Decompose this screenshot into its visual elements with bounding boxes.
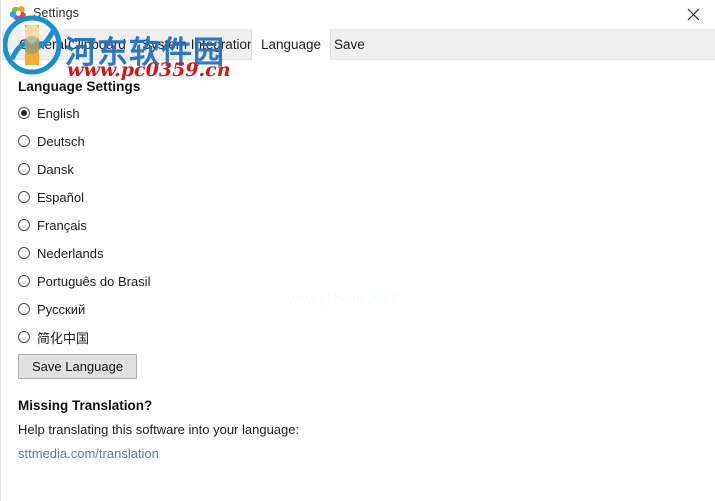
language-settings-panel: Language Settings English Deutsch Dansk … xyxy=(2,60,715,501)
translation-link[interactable]: sttmedia.com/translation xyxy=(18,446,159,461)
radio-option-dansk[interactable]: Dansk xyxy=(18,159,74,179)
radio-indicator xyxy=(18,135,30,147)
settings-window: Settings General Clipboard System Integr… xyxy=(0,0,715,501)
radio-option-simplified-chinese[interactable]: 简化中国 xyxy=(18,327,89,347)
radio-option-russian[interactable]: Русский xyxy=(18,299,85,319)
radio-option-english[interactable]: English xyxy=(18,103,80,123)
radio-indicator xyxy=(18,247,30,259)
faint-watermark-text: www.pkhome.NET xyxy=(288,291,398,306)
tab-clipboard[interactable]: Clipboard xyxy=(59,29,135,60)
missing-translation-heading: Missing Translation? xyxy=(18,398,153,413)
tab-language[interactable]: Language xyxy=(251,29,332,60)
close-icon xyxy=(687,8,700,21)
tab-system-integration[interactable]: System Integration xyxy=(133,29,264,60)
radio-indicator xyxy=(18,191,30,203)
radio-option-nederlands[interactable]: Nederlands xyxy=(18,243,104,263)
radio-label: Português do Brasil xyxy=(37,273,151,289)
radio-label: Русский xyxy=(37,301,86,317)
radio-label: Nederlands xyxy=(37,245,104,261)
missing-translation-description: Help translating this software into your… xyxy=(18,422,300,437)
radio-indicator xyxy=(18,275,30,287)
tab-save[interactable]: Save xyxy=(325,29,374,60)
radio-indicator xyxy=(18,107,30,119)
radio-indicator xyxy=(18,163,30,175)
radio-indicator xyxy=(18,219,30,231)
tab-strip: General Clipboard System Integration Lan… xyxy=(2,29,715,60)
save-language-button[interactable]: Save Language xyxy=(18,354,138,379)
app-flower-icon xyxy=(9,5,27,22)
radio-label: English xyxy=(37,105,80,121)
radio-label: Deutsch xyxy=(37,133,85,149)
radio-indicator xyxy=(18,303,30,315)
radio-option-espanol[interactable]: Español xyxy=(18,187,84,207)
close-button[interactable] xyxy=(671,0,715,29)
radio-option-francais[interactable]: Français xyxy=(18,215,87,235)
radio-option-deutsch[interactable]: Deutsch xyxy=(18,131,85,151)
radio-option-portugues-do-brasil[interactable]: Português do Brasil xyxy=(18,271,150,291)
radio-label: Español xyxy=(37,189,84,205)
radio-label: Dansk xyxy=(37,161,74,177)
title-bar: Settings xyxy=(1,0,715,29)
radio-indicator xyxy=(18,331,30,343)
radio-label: Français xyxy=(37,217,87,233)
section-heading: Language Settings xyxy=(18,79,141,94)
radio-label: 简化中国 xyxy=(37,330,90,346)
window-title: Settings xyxy=(33,6,79,20)
